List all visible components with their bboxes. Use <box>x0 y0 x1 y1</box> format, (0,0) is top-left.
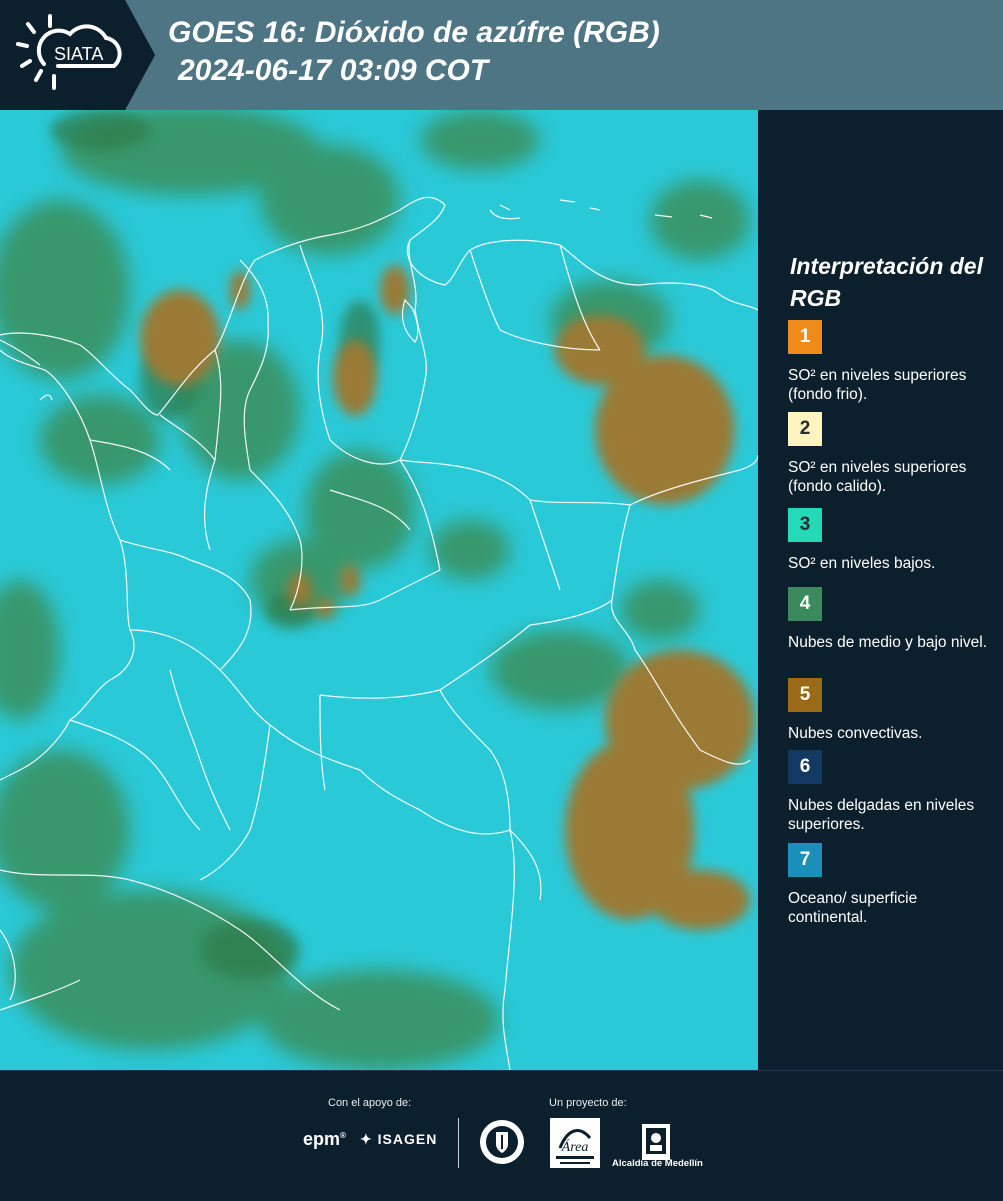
legend-swatch-1: 1 <box>788 320 822 354</box>
legend-swatch-6: 6 <box>788 750 822 784</box>
area-metropolitana-logo: Área <box>550 1118 600 1168</box>
legend-description-2: SO² en niveles superiores (fondo calido)… <box>788 459 967 495</box>
legend-description-5: Nubes convectivas. <box>788 725 923 742</box>
legend-swatch-2: 2 <box>788 412 822 446</box>
legend-swatch-4: 4 <box>788 587 822 621</box>
map-canvas <box>0 110 758 1070</box>
title-datetime: 2024-06-17 03:09 COT <box>178 54 489 87</box>
legend-description-1: SO² en niveles superiores (fondo frio). <box>788 367 967 403</box>
isagen-arrow-icon: ✦ <box>360 1131 378 1147</box>
epm-logo: epm® <box>303 1129 346 1149</box>
svg-text:Área: Área <box>561 1138 589 1155</box>
page-title: GOES 16: Dióxido de azúfre (RGB) 2024-06… <box>168 14 660 90</box>
project-label: Un proyecto de: <box>549 1097 627 1109</box>
legend-item-1: 1 SO² en niveles superiores (fondo frio). <box>788 320 993 404</box>
legend-description-3: SO² en niveles bajos. <box>788 555 936 572</box>
legend-description-6: Nubes delgadas en niveles superiores. <box>788 797 975 833</box>
alcaldia-medellin-text: Alcaldía de Medellín <box>612 1158 703 1169</box>
legend-swatch-3: 3 <box>788 508 822 542</box>
legend-item-4: 4 Nubes de medio y bajo nivel. <box>788 587 993 652</box>
epm-logo-text: epm <box>303 1129 341 1149</box>
satellite-map[interactable] <box>0 110 758 1070</box>
legend-item-7: 7 Oceano/ superficie continental. <box>788 843 993 927</box>
footer-divider <box>458 1118 459 1168</box>
title-product: GOES 16: Dióxido de azúfre (RGB) <box>168 16 660 49</box>
legend-item-3: 3 SO² en niveles bajos. <box>788 508 993 573</box>
legend-description-4: Nubes de medio y bajo nivel. <box>788 634 988 651</box>
isagen-logo: ✦ ISAGEN <box>360 1131 437 1148</box>
logo-text: SIATA <box>54 44 103 64</box>
legend-swatch-7: 7 <box>788 843 822 877</box>
isagen-logo-text: ISAGEN <box>377 1131 438 1147</box>
legend-item-5: 5 Nubes convectivas. <box>788 678 993 743</box>
legend-description-7: Oceano/ superficie continental. <box>788 890 918 926</box>
university-seal-icon <box>480 1120 524 1164</box>
support-label: Con el apoyo de: <box>328 1097 412 1109</box>
legend-title: Interpretación del RGB <box>790 253 983 311</box>
legend-panel: Interpretación del RGB 1 SO² en niveles s… <box>760 110 1003 1070</box>
legend-item-2: 2 SO² en niveles superiores (fondo calido… <box>788 412 993 496</box>
header: SIATA GOES 16: Dióxido de azúfre (RGB) 2… <box>0 0 1003 110</box>
legend-swatch-5: 5 <box>788 678 822 712</box>
siata-logo: SIATA <box>16 14 122 90</box>
legend-item-6: 6 Nubes delgadas en niveles superiores. <box>788 750 993 834</box>
